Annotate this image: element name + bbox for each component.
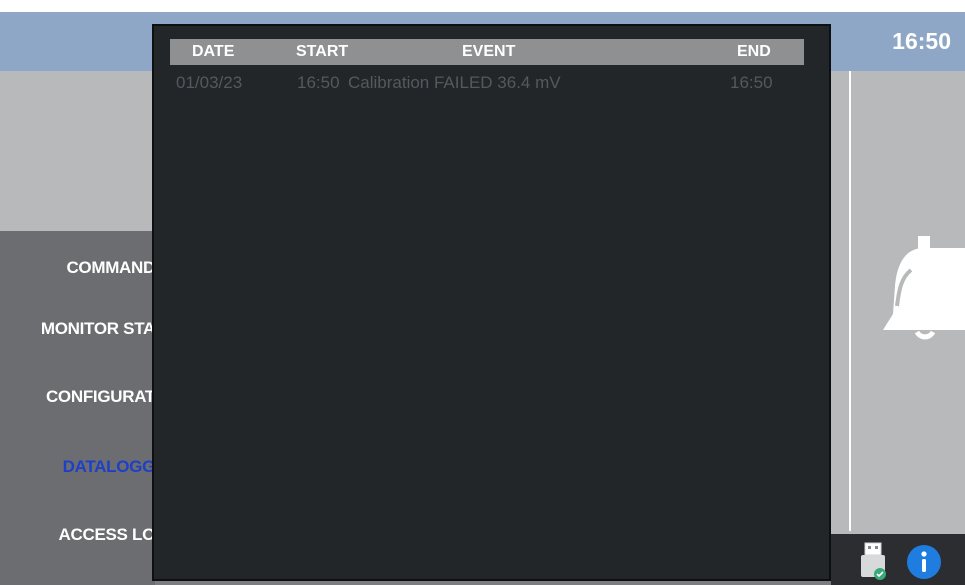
menu-item-access-log[interactable]: ACCESS LO (59, 525, 155, 545)
menu-item-datalogger[interactable]: DATALOGG (63, 457, 155, 477)
left-header-panel (0, 71, 155, 231)
cell-date: 01/03/23 (176, 73, 243, 92)
menu-item-configuration[interactable]: CONFIGURAT (46, 387, 155, 407)
menu-item-monitor-status[interactable]: MONITOR STA (41, 319, 155, 339)
right-divider (849, 71, 851, 531)
cell-start: 16:50 (297, 73, 340, 92)
event-log-header: DATE START EVENT END (170, 39, 804, 65)
column-start: START (296, 43, 349, 60)
table-row[interactable]: 01/03/23 16:50 Calibration FAILED 36.4 m… (154, 70, 833, 96)
bell-icon[interactable] (877, 234, 965, 354)
column-end: END (737, 43, 771, 60)
clock: 16:50 (892, 28, 951, 54)
event-log-dialog: DATE START EVENT END 01/03/23 16:50 Cali… (152, 24, 831, 581)
menu-item-command[interactable]: COMMAND (66, 258, 155, 278)
info-icon[interactable] (906, 544, 942, 580)
cell-end: 16:50 (730, 73, 773, 92)
column-event: EVENT (462, 43, 516, 60)
bottom-status-bar (831, 534, 965, 585)
cell-event: Calibration FAILED 36.4 mV (348, 73, 561, 92)
usb-drive-icon (861, 542, 886, 580)
side-menu: COMMAND MONITOR STA CONFIGURAT DATALOGG … (0, 231, 155, 585)
column-date: DATE (192, 43, 235, 60)
